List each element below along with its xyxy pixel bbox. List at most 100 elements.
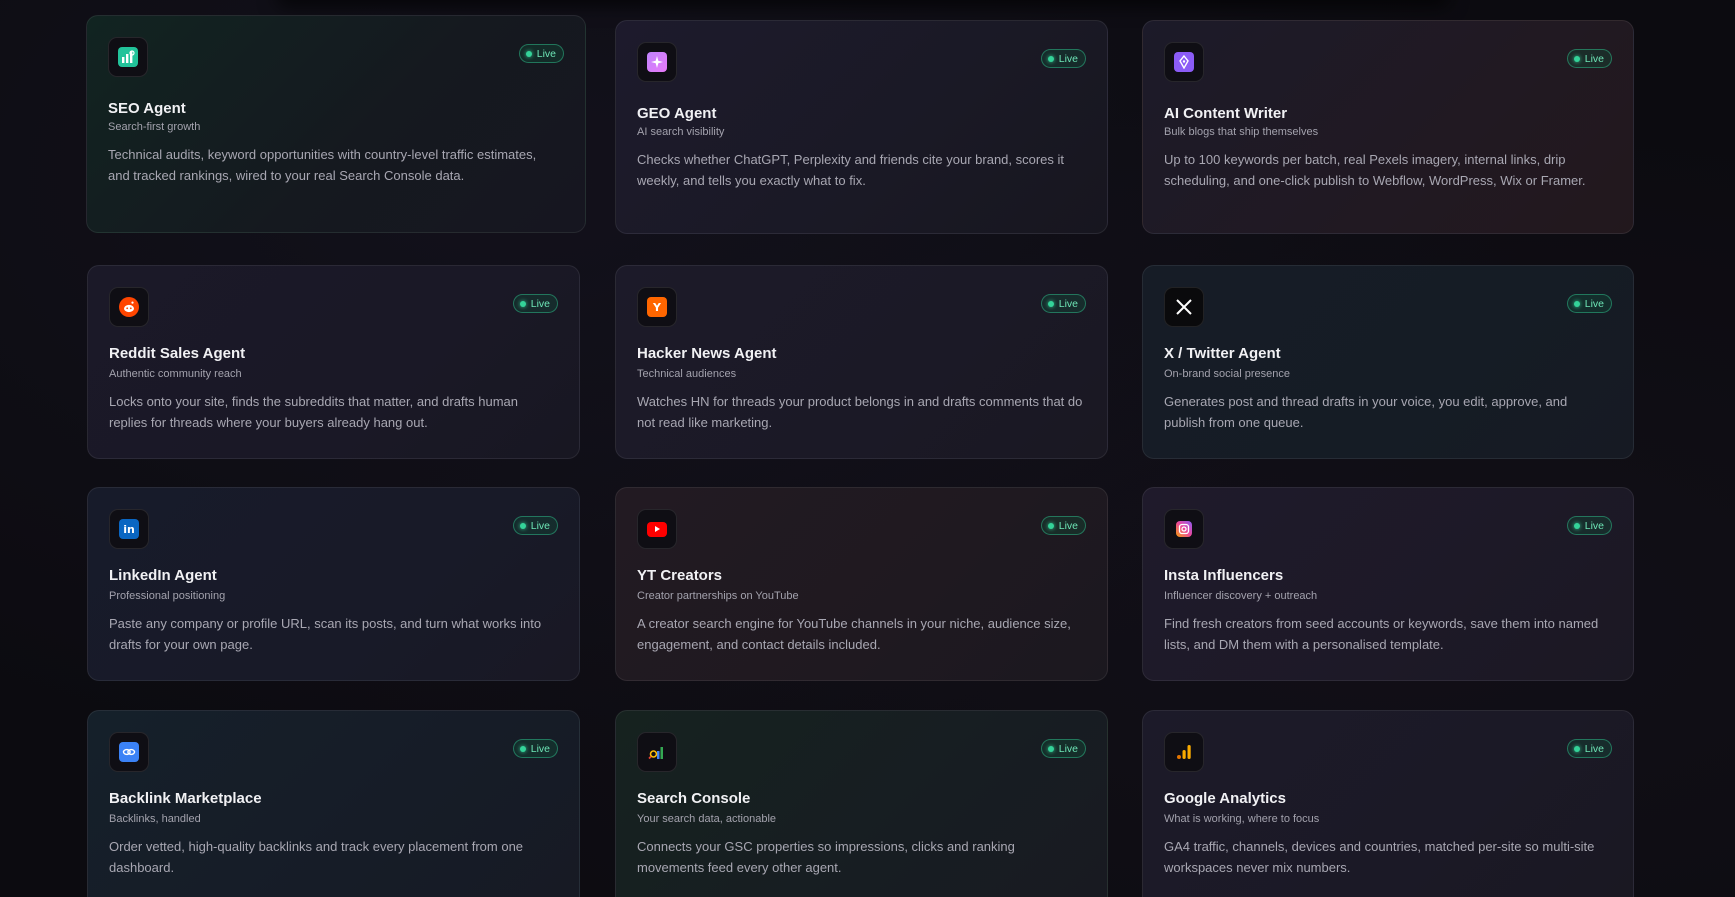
- youtube-icon: [647, 521, 667, 537]
- live-badge: Live: [512, 516, 558, 535]
- pen-nib-icon: [1174, 52, 1194, 72]
- card-title: Hacker News Agent: [637, 345, 777, 362]
- live-label: Live: [1058, 519, 1078, 532]
- agent-card-search-console[interactable]: Live Search Console Your search data, ac…: [615, 710, 1108, 897]
- live-badge: Live: [1566, 294, 1612, 313]
- agent-card-x-twitter[interactable]: Live X / Twitter Agent On-brand social p…: [1142, 265, 1634, 459]
- card-subtitle: Bulk blogs that ship themselves: [1164, 126, 1319, 138]
- card-title: Reddit Sales Agent: [109, 345, 246, 362]
- live-badge: Live: [1040, 49, 1086, 68]
- card-icon-box: [108, 37, 148, 77]
- agent-card-reddit[interactable]: Live Reddit Sales Agent Authentic commun…: [87, 265, 580, 459]
- card-title: Backlink Marketplace: [109, 790, 262, 807]
- card-title: AI Content Writer: [1164, 105, 1288, 122]
- status-dot: [1047, 55, 1054, 62]
- live-badge: Live: [1566, 516, 1612, 535]
- live-badge: Live: [1040, 739, 1086, 758]
- live-badge: Live: [512, 294, 558, 313]
- card-icon-box: [637, 509, 677, 549]
- card-title: SEO Agent: [108, 100, 186, 117]
- card-icon-box: [1164, 732, 1204, 772]
- status-dot: [1573, 55, 1580, 62]
- card-icon-box: [637, 732, 677, 772]
- hacker-news-icon: Y: [647, 297, 667, 317]
- live-label: Live: [1584, 297, 1604, 310]
- live-label: Live: [536, 47, 556, 60]
- card-subtitle: Backlinks, handled: [109, 813, 201, 825]
- card-description: Generates post and thread drafts in your…: [1164, 394, 1568, 430]
- status-dot: [519, 300, 526, 307]
- live-label: Live: [530, 742, 550, 755]
- live-label: Live: [1584, 742, 1604, 755]
- agent-card-yt-creators[interactable]: Live YT Creators Creator partnerships on…: [615, 487, 1108, 681]
- agent-card-insta-influencers[interactable]: Live Insta Influencers Influencer discov…: [1142, 487, 1634, 681]
- status-dot: [519, 522, 526, 529]
- x-logo-icon: [1174, 297, 1194, 317]
- card-description: Up to 100 keywords per batch, real Pexel…: [1164, 152, 1586, 188]
- agent-card-hacker-news[interactable]: Y Live Hacker News Agent Technical audie…: [615, 265, 1108, 459]
- live-badge: Live: [512, 739, 558, 758]
- live-badge: Live: [1040, 294, 1086, 313]
- agent-card-linkedin[interactable]: in Live LinkedIn Agent Professional posi…: [87, 487, 580, 681]
- live-badge: Live: [518, 44, 564, 63]
- card-icon-box: in: [109, 509, 149, 549]
- card-icon-box: [637, 42, 677, 82]
- linkedin-icon: in: [119, 519, 139, 539]
- card-subtitle: Influencer discovery + outreach: [1164, 590, 1318, 602]
- card-title: Insta Influencers: [1164, 567, 1284, 584]
- live-label: Live: [1584, 519, 1604, 532]
- live-badge: Live: [1566, 739, 1612, 758]
- card-subtitle: Authentic community reach: [109, 368, 242, 380]
- card-description: Technical audits, keyword opportunities …: [108, 147, 537, 183]
- instagram-icon: [1176, 521, 1192, 537]
- status-dot: [1573, 745, 1580, 752]
- live-label: Live: [1058, 742, 1078, 755]
- bar-chart-icon: [118, 47, 138, 67]
- card-subtitle: On-brand social presence: [1164, 368, 1290, 380]
- status-dot: [1047, 745, 1054, 752]
- status-dot: [519, 745, 526, 752]
- card-icon-box: Y: [637, 287, 677, 327]
- agent-card-content-writer[interactable]: Live AI Content Writer Bulk blogs that s…: [1142, 20, 1634, 234]
- card-title: Search Console: [637, 790, 751, 807]
- sparkle-icon: [647, 52, 667, 72]
- live-badge: Live: [1040, 516, 1086, 535]
- card-title: Google Analytics: [1164, 790, 1286, 807]
- agent-card-google-analytics[interactable]: Live Google Analytics What is working, w…: [1142, 710, 1634, 897]
- search-console-icon: [647, 742, 667, 762]
- card-description: Order vetted, high-quality backlinks and…: [109, 839, 524, 875]
- link-icon: [119, 742, 139, 762]
- card-icon-box: [1164, 509, 1204, 549]
- card-title: LinkedIn Agent: [109, 567, 217, 584]
- card-title: YT Creators: [637, 567, 723, 584]
- card-title: X / Twitter Agent: [1164, 345, 1281, 362]
- card-icon-box: [109, 732, 149, 772]
- live-label: Live: [1058, 297, 1078, 310]
- status-dot: [1047, 522, 1054, 529]
- card-subtitle: Technical audiences: [637, 368, 737, 380]
- status-dot: [525, 50, 532, 57]
- live-label: Live: [1058, 52, 1078, 65]
- live-badge: Live: [1566, 49, 1612, 68]
- card-description: Locks onto your site, finds the subreddi…: [109, 394, 519, 430]
- card-title: GEO Agent: [637, 105, 717, 122]
- card-description: GA4 traffic, channels, devices and count…: [1164, 839, 1595, 875]
- status-dot: [1573, 522, 1580, 529]
- card-subtitle: What is working, where to focus: [1164, 813, 1320, 825]
- card-description: Find fresh creators from seed accounts o…: [1164, 616, 1599, 652]
- agent-card-backlink-marketplace[interactable]: Live Backlink Marketplace Backlinks, han…: [87, 710, 580, 897]
- live-label: Live: [530, 297, 550, 310]
- card-subtitle: Professional positioning: [109, 590, 226, 602]
- card-description: Connects your GSC properties so impressi…: [637, 839, 1015, 875]
- card-icon-box: [109, 287, 149, 327]
- status-dot: [1573, 300, 1580, 307]
- card-subtitle: AI search visibility: [637, 126, 725, 138]
- live-label: Live: [1584, 52, 1604, 65]
- agent-card-seo[interactable]: Live SEO Agent Search-first growth Techn…: [86, 15, 586, 233]
- live-label: Live: [530, 519, 550, 532]
- status-dot: [1047, 300, 1054, 307]
- card-icon-box: [1164, 287, 1204, 327]
- card-description: Checks whether ChatGPT, Perplexity and f…: [637, 152, 1065, 188]
- agents-page: Live SEO Agent Search-first growth Techn…: [0, 0, 1735, 897]
- agent-card-geo[interactable]: Live GEO Agent AI search visibility Chec…: [615, 20, 1108, 234]
